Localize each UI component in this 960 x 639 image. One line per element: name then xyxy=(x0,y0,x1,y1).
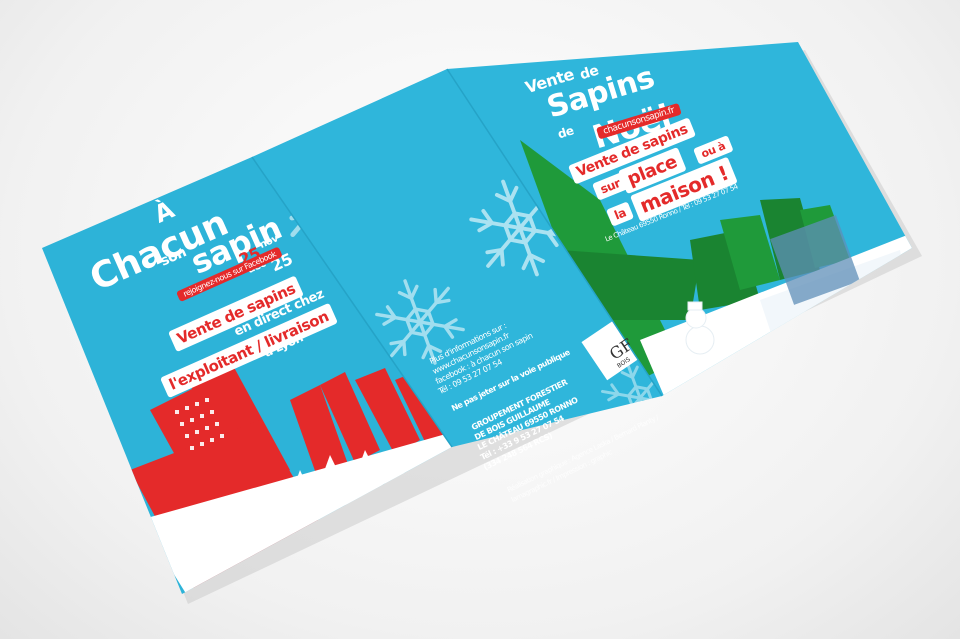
brochure-photo xyxy=(42,42,922,604)
